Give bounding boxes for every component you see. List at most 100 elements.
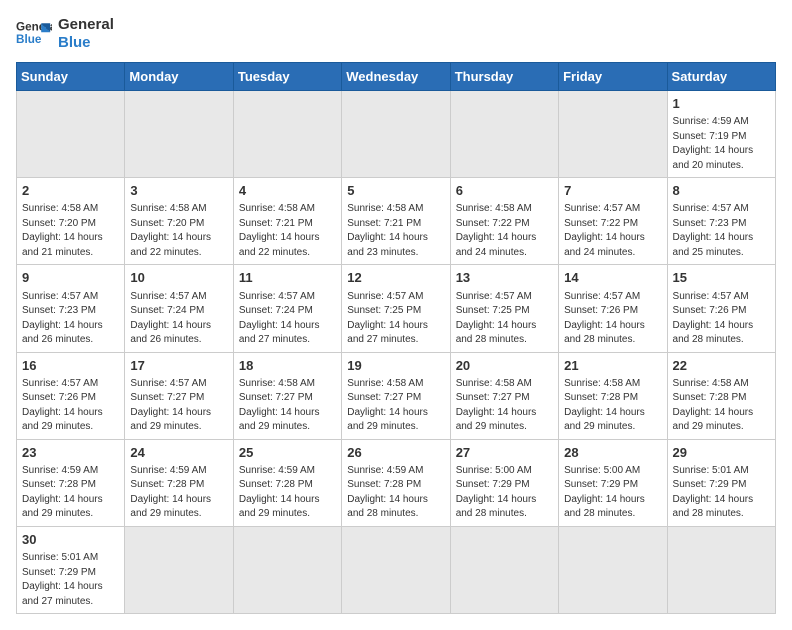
day-number: 8 <box>673 182 770 200</box>
calendar-cell: 12 Sunrise: 4:57 AM Sunset: 7:25 PM Dayli… <box>342 265 450 352</box>
calendar-cell: 11 Sunrise: 4:57 AM Sunset: 7:24 PM Dayli… <box>233 265 341 352</box>
day-number: 24 <box>130 444 227 462</box>
logo-icon: General Blue <box>16 16 52 52</box>
calendar-week-row: 30 Sunrise: 5:01 AM Sunset: 7:29 PM Dayli… <box>17 526 776 613</box>
calendar-cell <box>450 526 558 613</box>
day-number: 5 <box>347 182 444 200</box>
day-info: Sunrise: 4:57 AM Sunset: 7:27 PM Dayligh… <box>130 377 227 435</box>
day-number: 26 <box>347 444 444 462</box>
day-info: Sunrise: 4:57 AM Sunset: 7:26 PM Dayligh… <box>22 377 119 435</box>
day-number: 21 <box>564 357 661 375</box>
day-info: Sunrise: 4:58 AM Sunset: 7:20 PM Dayligh… <box>22 202 119 260</box>
calendar-cell <box>559 91 667 178</box>
day-info: Sunrise: 4:58 AM Sunset: 7:21 PM Dayligh… <box>347 202 444 260</box>
day-info: Sunrise: 4:57 AM Sunset: 7:24 PM Dayligh… <box>130 290 227 348</box>
calendar-cell: 23 Sunrise: 4:59 AM Sunset: 7:28 PM Dayli… <box>17 439 125 526</box>
calendar-cell: 2Sunrise: 4:58 AM Sunset: 7:20 PM Daylig… <box>17 178 125 265</box>
calendar-cell <box>342 91 450 178</box>
page-header: General Blue General Blue <box>16 16 776 52</box>
weekday-header-monday: Monday <box>125 63 233 91</box>
calendar-week-row: 1 Sunrise: 4:59 AM Sunset: 7:19 PM Daylig… <box>17 91 776 178</box>
day-number: 10 <box>130 269 227 287</box>
day-info: Sunrise: 4:58 AM Sunset: 7:20 PM Dayligh… <box>130 202 227 260</box>
day-number: 7 <box>564 182 661 200</box>
day-number: 22 <box>673 357 770 375</box>
calendar-cell: 14Sunrise: 4:57 AM Sunset: 7:26 PM Dayli… <box>559 265 667 352</box>
calendar-cell: 13Sunrise: 4:57 AM Sunset: 7:25 PM Dayli… <box>450 265 558 352</box>
day-info: Sunrise: 4:57 AM Sunset: 7:24 PM Dayligh… <box>239 290 336 348</box>
day-number: 30 <box>22 531 119 549</box>
day-info: Sunrise: 4:59 AM Sunset: 7:19 PM Dayligh… <box>673 115 770 173</box>
day-info: Sunrise: 4:59 AM Sunset: 7:28 PM Dayligh… <box>239 464 336 522</box>
day-number: 15 <box>673 269 770 287</box>
calendar-cell <box>125 526 233 613</box>
calendar-cell: 9 Sunrise: 4:57 AM Sunset: 7:23 PM Daylig… <box>17 265 125 352</box>
day-info: Sunrise: 4:58 AM Sunset: 7:27 PM Dayligh… <box>456 377 553 435</box>
day-info: Sunrise: 4:57 AM Sunset: 7:26 PM Dayligh… <box>564 290 661 348</box>
calendar-week-row: 16 Sunrise: 4:57 AM Sunset: 7:26 PM Dayli… <box>17 352 776 439</box>
calendar-cell <box>125 91 233 178</box>
calendar-week-row: 9 Sunrise: 4:57 AM Sunset: 7:23 PM Daylig… <box>17 265 776 352</box>
calendar-cell: 25 Sunrise: 4:59 AM Sunset: 7:28 PM Dayli… <box>233 439 341 526</box>
calendar-table: SundayMondayTuesdayWednesdayThursdayFrid… <box>16 62 776 614</box>
day-info: Sunrise: 4:57 AM Sunset: 7:25 PM Dayligh… <box>347 290 444 348</box>
logo-general-text: General <box>58 16 114 34</box>
day-info: Sunrise: 4:58 AM Sunset: 7:28 PM Dayligh… <box>564 377 661 435</box>
calendar-week-row: 23 Sunrise: 4:59 AM Sunset: 7:28 PM Dayli… <box>17 439 776 526</box>
day-number: 20 <box>456 357 553 375</box>
calendar-cell <box>667 526 775 613</box>
day-number: 16 <box>22 357 119 375</box>
weekday-header-tuesday: Tuesday <box>233 63 341 91</box>
day-info: Sunrise: 4:58 AM Sunset: 7:28 PM Dayligh… <box>673 377 770 435</box>
calendar-week-row: 2Sunrise: 4:58 AM Sunset: 7:20 PM Daylig… <box>17 178 776 265</box>
day-number: 1 <box>673 95 770 113</box>
calendar-cell: 3Sunrise: 4:58 AM Sunset: 7:20 PM Daylig… <box>125 178 233 265</box>
calendar-cell: 5 Sunrise: 4:58 AM Sunset: 7:21 PM Daylig… <box>342 178 450 265</box>
day-number: 28 <box>564 444 661 462</box>
day-info: Sunrise: 4:57 AM Sunset: 7:23 PM Dayligh… <box>673 202 770 260</box>
day-info: Sunrise: 4:58 AM Sunset: 7:21 PM Dayligh… <box>239 202 336 260</box>
calendar-cell: 1 Sunrise: 4:59 AM Sunset: 7:19 PM Daylig… <box>667 91 775 178</box>
day-number: 19 <box>347 357 444 375</box>
calendar-cell: 18Sunrise: 4:58 AM Sunset: 7:27 PM Dayli… <box>233 352 341 439</box>
calendar-cell: 26 Sunrise: 4:59 AM Sunset: 7:28 PM Dayli… <box>342 439 450 526</box>
day-number: 9 <box>22 269 119 287</box>
day-number: 12 <box>347 269 444 287</box>
calendar-header-row: SundayMondayTuesdayWednesdayThursdayFrid… <box>17 63 776 91</box>
day-number: 18 <box>239 357 336 375</box>
day-info: Sunrise: 4:57 AM Sunset: 7:22 PM Dayligh… <box>564 202 661 260</box>
day-number: 11 <box>239 269 336 287</box>
day-info: Sunrise: 4:59 AM Sunset: 7:28 PM Dayligh… <box>347 464 444 522</box>
calendar-cell: 20 Sunrise: 4:58 AM Sunset: 7:27 PM Dayli… <box>450 352 558 439</box>
calendar-cell: 4Sunrise: 4:58 AM Sunset: 7:21 PM Daylig… <box>233 178 341 265</box>
day-number: 27 <box>456 444 553 462</box>
weekday-header-saturday: Saturday <box>667 63 775 91</box>
svg-text:Blue: Blue <box>16 33 42 46</box>
calendar-cell <box>233 91 341 178</box>
calendar-cell: 28 Sunrise: 5:00 AM Sunset: 7:29 PM Dayli… <box>559 439 667 526</box>
day-info: Sunrise: 5:01 AM Sunset: 7:29 PM Dayligh… <box>22 551 119 609</box>
day-info: Sunrise: 4:57 AM Sunset: 7:23 PM Dayligh… <box>22 290 119 348</box>
calendar-cell: 29Sunrise: 5:01 AM Sunset: 7:29 PM Dayli… <box>667 439 775 526</box>
day-number: 17 <box>130 357 227 375</box>
weekday-header-sunday: Sunday <box>17 63 125 91</box>
calendar-cell <box>233 526 341 613</box>
day-number: 23 <box>22 444 119 462</box>
calendar-cell: 8 Sunrise: 4:57 AM Sunset: 7:23 PM Daylig… <box>667 178 775 265</box>
calendar-cell: 24Sunrise: 4:59 AM Sunset: 7:28 PM Dayli… <box>125 439 233 526</box>
day-info: Sunrise: 4:58 AM Sunset: 7:22 PM Dayligh… <box>456 202 553 260</box>
day-info: Sunrise: 4:59 AM Sunset: 7:28 PM Dayligh… <box>22 464 119 522</box>
logo-blue-text: Blue <box>58 34 114 52</box>
calendar-cell <box>17 91 125 178</box>
day-number: 25 <box>239 444 336 462</box>
calendar-cell: 21 Sunrise: 4:58 AM Sunset: 7:28 PM Dayli… <box>559 352 667 439</box>
day-info: Sunrise: 5:00 AM Sunset: 7:29 PM Dayligh… <box>564 464 661 522</box>
calendar-cell: 15 Sunrise: 4:57 AM Sunset: 7:26 PM Dayli… <box>667 265 775 352</box>
calendar-cell <box>450 91 558 178</box>
logo: General Blue General Blue <box>16 16 114 52</box>
calendar-cell: 6Sunrise: 4:58 AM Sunset: 7:22 PM Daylig… <box>450 178 558 265</box>
weekday-header-thursday: Thursday <box>450 63 558 91</box>
calendar-cell: 27Sunrise: 5:00 AM Sunset: 7:29 PM Dayli… <box>450 439 558 526</box>
day-info: Sunrise: 4:57 AM Sunset: 7:26 PM Dayligh… <box>673 290 770 348</box>
weekday-header-friday: Friday <box>559 63 667 91</box>
